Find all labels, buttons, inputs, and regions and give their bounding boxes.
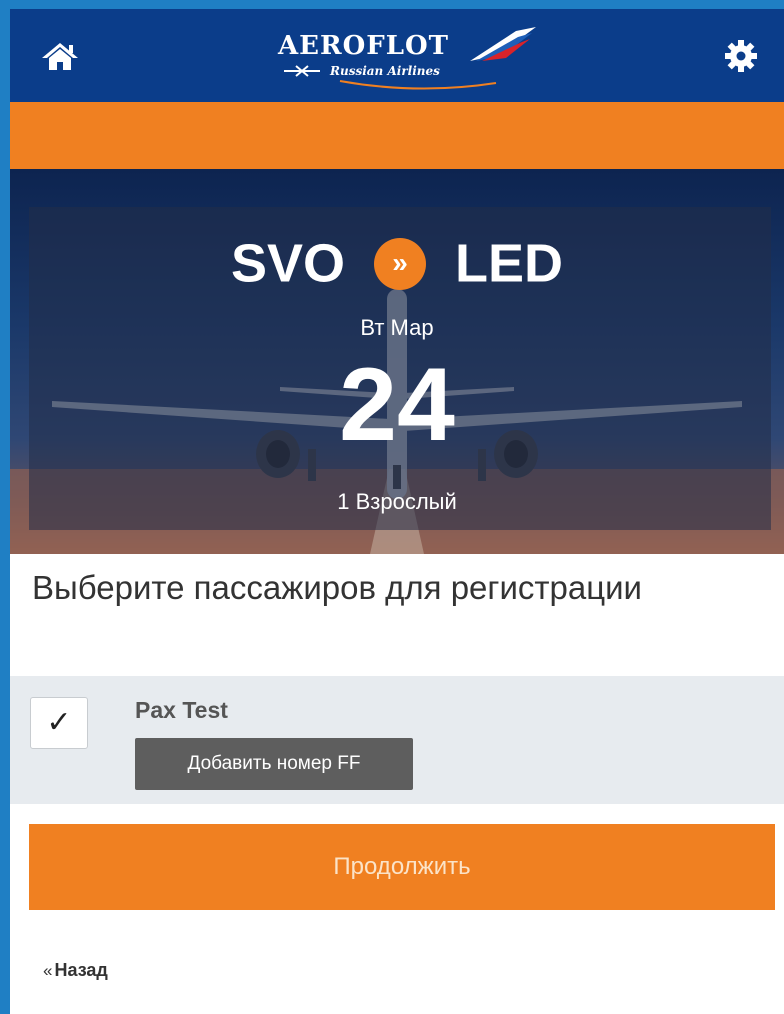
logo-swoosh (339, 80, 497, 90)
accent-bar (10, 102, 784, 169)
route-arrow-icon: » (374, 237, 427, 290)
destination-code: LED (455, 233, 564, 294)
flight-day: 24 (339, 347, 455, 463)
back-link-label: Назад (54, 960, 108, 980)
back-quote-icon: « (43, 961, 53, 980)
continue-button[interactable]: Продолжить (29, 824, 775, 910)
app-frame: AEROFLOT Russian Airlines SVO » LED Вт М… (10, 9, 784, 1014)
flight-weekday-month: Вт Мар (360, 315, 434, 340)
top-bar: AEROFLOT Russian Airlines (10, 9, 784, 102)
add-ff-number-button[interactable]: Добавить номер FF (135, 738, 413, 790)
back-link[interactable]: «Назад (43, 960, 108, 981)
page-title: Выберите пассажиров для регистрации (32, 569, 642, 606)
settings-button[interactable] (724, 39, 758, 73)
logo-hammer-sickle-icon (284, 65, 320, 77)
home-button[interactable] (40, 41, 80, 71)
logo-text: AEROFLOT (278, 31, 449, 61)
logo-wing-icon (470, 27, 536, 61)
origin-code: SVO (230, 233, 345, 294)
passenger-checkbox[interactable]: ✓ (30, 697, 88, 749)
passenger-count: 1 Взрослый (337, 489, 457, 514)
route: SVO » LED (10, 229, 784, 295)
logo-subtitle: Russian Airlines (330, 64, 440, 78)
passenger-row: ✓ Pax Test Добавить номер FF (10, 676, 784, 804)
gear-icon (725, 40, 757, 72)
home-icon (42, 43, 78, 70)
passenger-name: Pax Test (135, 697, 228, 723)
flight-hero: SVO » LED Вт Мар 24 1 Взрослый (10, 169, 784, 554)
aeroflot-logo: AEROFLOT Russian Airlines (268, 21, 548, 93)
